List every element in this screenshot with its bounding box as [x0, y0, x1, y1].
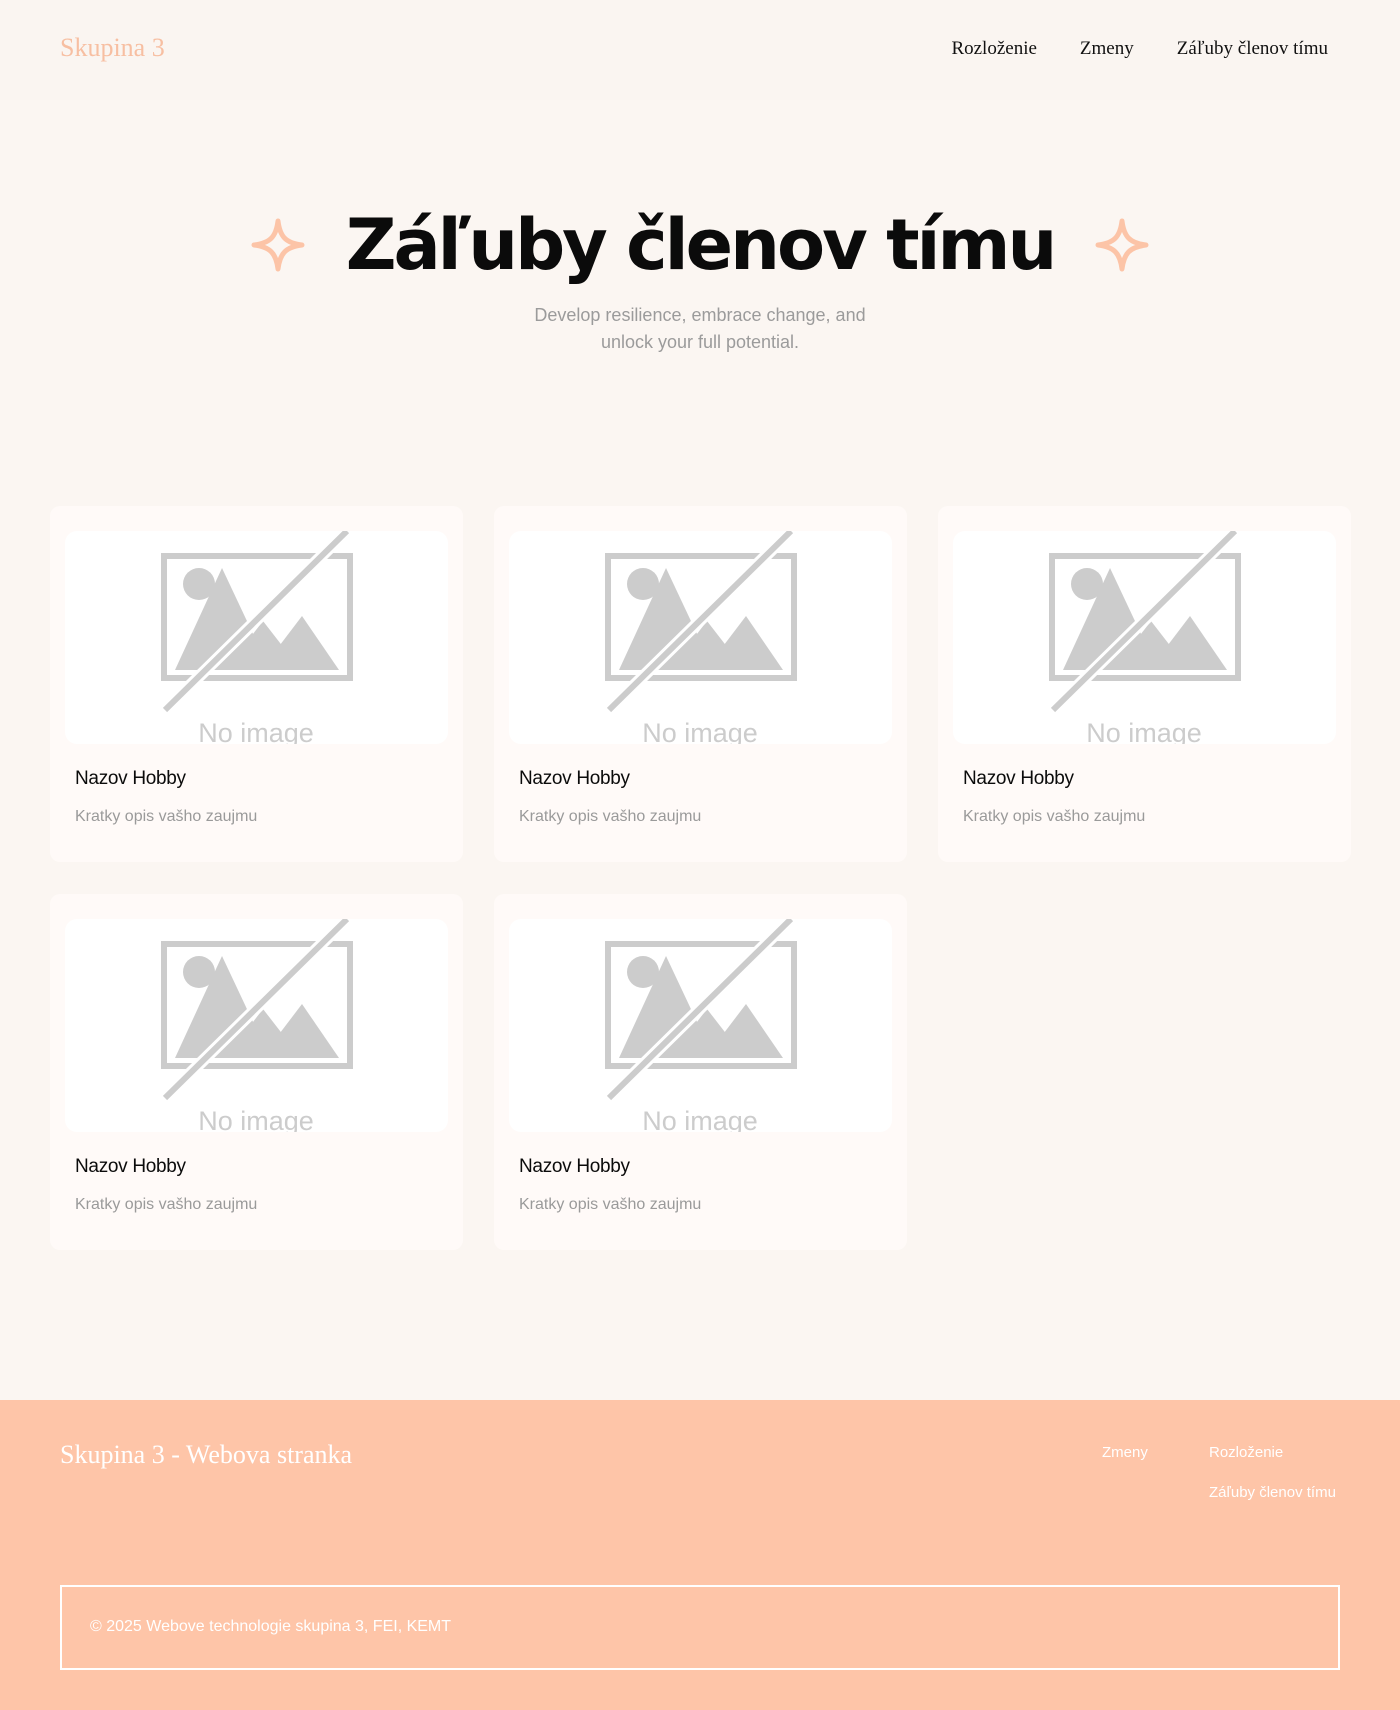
card-description: Kratky opis vašho zaujmu	[519, 1196, 702, 1213]
hero-subtitle-line1: Develop resilience, embrace change, and	[534, 305, 866, 325]
no-image-label: No image	[198, 718, 314, 744]
card-description: Kratky opis vašho zaujmu	[519, 808, 702, 825]
card-title: Nazov Hobby	[75, 1156, 186, 1177]
card-image: No image	[509, 919, 892, 1132]
site-logo-link[interactable]: Skupina 3	[60, 33, 165, 63]
no-image-label: No image	[642, 1106, 758, 1132]
card-description: Kratky opis vašho zaujmu	[75, 1196, 258, 1213]
nav-link-zaluby[interactable]: Záľuby členov tímu	[1177, 38, 1328, 60]
card-image: No image	[509, 531, 892, 744]
hero-subtitle-line2: unlock your full potential.	[600, 332, 800, 352]
no-image-label: No image	[642, 718, 758, 744]
card-title: Nazov Hobby	[75, 768, 186, 789]
hobby-card[interactable]: No image Nazov Hobby Kratky opis vašho z…	[494, 894, 907, 1250]
site-footer: Skupina 3 - Webova stranka Zmeny Rozlože…	[0, 1400, 1400, 1710]
page-title: Záľuby členov tímu	[345, 204, 1058, 286]
card-image: No image	[953, 531, 1336, 744]
no-image-label: No image	[1086, 718, 1202, 744]
no-image-placeholder-icon: No image	[604, 531, 797, 744]
card-image: No image	[65, 531, 448, 744]
no-image-placeholder-icon: No image	[1048, 531, 1241, 744]
card-title: Nazov Hobby	[963, 768, 1074, 789]
site-header: Skupina 3 Rozloženie Zmeny Záľuby členov…	[0, 0, 1400, 100]
sparkle-icon	[1095, 218, 1149, 272]
sparkle-icon	[251, 218, 305, 272]
nav-link-rozlozenie[interactable]: Rozloženie	[951, 38, 1036, 60]
card-title: Nazov Hobby	[519, 768, 630, 789]
no-image-label: No image	[198, 1106, 314, 1132]
hobby-card[interactable]: No image Nazov Hobby Kratky opis vašho z…	[50, 894, 463, 1250]
copyright-text: © 2025 Webove technologie skupina 3, FEI…	[90, 1618, 452, 1635]
card-description: Kratky opis vašho zaujmu	[963, 808, 1146, 825]
copyright-box: © 2025 Webove technologie skupina 3, FEI…	[60, 1585, 1340, 1670]
card-title: Nazov Hobby	[519, 1156, 630, 1177]
footer-link-rozlozenie[interactable]: Rozloženie	[1209, 1444, 1283, 1461]
no-image-placeholder-icon: No image	[604, 919, 797, 1132]
card-description: Kratky opis vašho zaujmu	[75, 808, 258, 825]
hobby-card[interactable]: No image Nazov Hobby Kratky opis vašho z…	[938, 506, 1351, 862]
hero-title-row: Záľuby členov tímu	[0, 200, 1400, 290]
hobby-card[interactable]: No image Nazov Hobby Kratky opis vašho z…	[494, 506, 907, 862]
no-image-placeholder-icon: No image	[160, 919, 353, 1132]
card-image: No image	[65, 919, 448, 1132]
footer-brand: Skupina 3 - Webova stranka	[60, 1440, 353, 1469]
nav-link-zmeny[interactable]: Zmeny	[1080, 38, 1134, 60]
footer-link-zmeny[interactable]: Zmeny	[1102, 1444, 1148, 1461]
hobby-card[interactable]: No image Nazov Hobby Kratky opis vašho z…	[50, 506, 463, 862]
hero-subtitle: Develop resilience, embrace change, and …	[500, 302, 900, 356]
footer-link-zaluby[interactable]: Záľuby členov tímu	[1209, 1484, 1336, 1501]
no-image-placeholder-icon: No image	[160, 531, 353, 744]
main-nav: Rozloženie Zmeny Záľuby členov tímu	[951, 38, 1328, 60]
